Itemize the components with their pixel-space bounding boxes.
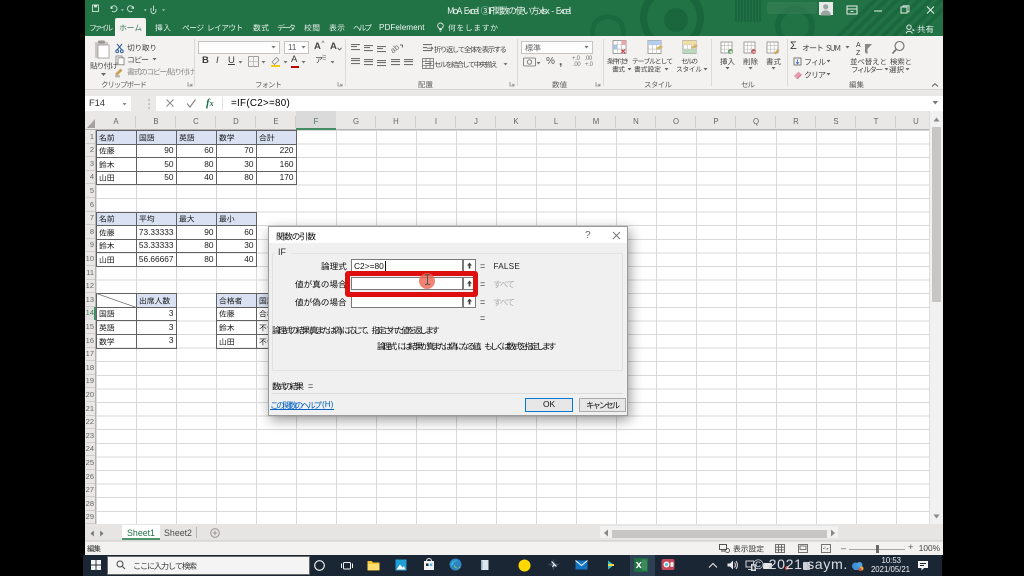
svg-text:A: A [856, 42, 861, 49]
